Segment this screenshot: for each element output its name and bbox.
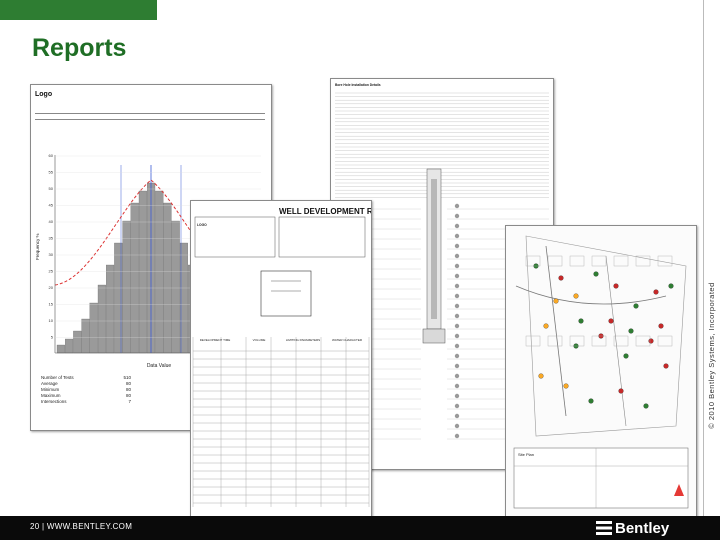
y-tick-label: 25 xyxy=(49,269,54,274)
table-header-cell: VOLUME xyxy=(252,338,266,342)
histogram-bar xyxy=(81,318,90,354)
bullet-icon xyxy=(454,383,460,389)
histogram-bar xyxy=(130,202,139,354)
copyright-text: © 2010 Bentley Systems, Incorporated xyxy=(706,281,716,429)
bullet-icon xyxy=(454,343,460,349)
bullet-icon xyxy=(454,403,460,409)
bullet-icon xyxy=(454,293,460,299)
map-marker-icon xyxy=(618,388,624,394)
bullet-icon xyxy=(454,393,460,399)
bullet-icon xyxy=(454,263,460,269)
copyright-note: © 2010 Bentley Systems, Incorporated xyxy=(705,220,717,490)
histogram-bar xyxy=(155,190,164,354)
table-header-cell: WATER CHARACTER xyxy=(332,338,362,342)
table-header-cell: DEVELOPMENT TIME xyxy=(199,338,231,342)
map-marker-icon xyxy=(573,293,579,299)
bullet-icon xyxy=(454,273,460,279)
map-marker-icon xyxy=(633,303,639,309)
histogram-bar xyxy=(122,220,131,354)
bullet-icon xyxy=(454,233,460,239)
map-marker-icon xyxy=(658,323,664,329)
bullet-icon xyxy=(454,433,460,439)
y-tick-label: 50 xyxy=(49,186,54,191)
divider xyxy=(703,0,704,540)
histogram-bar xyxy=(138,190,147,354)
map-marker-icon xyxy=(543,323,549,329)
y-tick-label: 5 xyxy=(51,335,54,340)
y-tick-label: 55 xyxy=(49,170,54,175)
histogram-bar xyxy=(65,338,74,354)
y-tick-label: 40 xyxy=(49,219,54,224)
bullet-icon xyxy=(454,303,460,309)
map-marker-icon xyxy=(608,318,614,324)
table-header-cell: LIMITING PARAMETERS xyxy=(285,338,321,342)
stats-row: Intersections 7 xyxy=(41,399,131,405)
bullet-icon xyxy=(454,323,460,329)
bullet-icon xyxy=(454,203,460,209)
map-marker-icon xyxy=(563,383,569,389)
bullet-icon xyxy=(454,413,460,419)
map-marker-icon xyxy=(628,328,634,334)
table-header: DEVELOPMENT TIME VOLUME LIMITING PARAMETER… xyxy=(193,338,369,343)
map-marker-icon xyxy=(653,289,659,295)
y-tick-label: 30 xyxy=(49,252,54,257)
map-marker-icon xyxy=(593,271,599,277)
map-marker-icon xyxy=(663,363,669,369)
map-marker-icon xyxy=(553,298,559,304)
site-map-report: Site Plan xyxy=(505,225,697,517)
stats-table: Number of Tests 510 Average 80 Minimum 80 Maxi… xyxy=(41,375,131,405)
map-marker-icon xyxy=(588,398,594,404)
y-tick-label: 20 xyxy=(49,285,54,290)
well-development-report: WELL DEVELOPMENT REC LOGO DEVELOPMENT TI… xyxy=(190,200,372,518)
bentley-logo-icon xyxy=(596,521,612,535)
y-tick-label: 15 xyxy=(49,302,54,307)
stats-value: 7 xyxy=(128,399,131,404)
bullet-icon xyxy=(454,213,460,219)
logo-text: Bentley xyxy=(615,519,670,537)
site-map: Site Plan xyxy=(506,226,696,516)
bullet-icon xyxy=(454,283,460,289)
histogram-bar xyxy=(163,202,172,354)
y-tick-label: 10 xyxy=(49,318,54,323)
bullet-icon xyxy=(454,363,460,369)
header-tab xyxy=(0,0,157,20)
histogram-bar xyxy=(89,302,98,354)
map-marker-icon xyxy=(558,275,564,281)
y-axis-label: Frequency % xyxy=(35,233,40,260)
map-marker-icon xyxy=(668,283,674,289)
bullet-icon xyxy=(454,243,460,249)
bullet-icon xyxy=(454,353,460,359)
y-tick-label: 45 xyxy=(49,203,54,208)
bullet-icon xyxy=(454,333,460,339)
slide-title: Reports xyxy=(32,34,127,62)
well-form xyxy=(192,216,370,507)
bentley-logo: Bentley xyxy=(596,518,669,538)
bullet-icon xyxy=(454,423,460,429)
histogram-bar xyxy=(73,330,82,354)
histogram-bar xyxy=(56,344,65,354)
histogram-bar xyxy=(97,284,106,354)
histogram-bar xyxy=(171,220,180,354)
map-marker-icon xyxy=(578,318,584,324)
bullet-icon xyxy=(454,223,460,229)
histogram-bar xyxy=(106,264,115,354)
stats-label: Intersections xyxy=(41,399,67,404)
map-marker-icon xyxy=(613,283,619,289)
footer-text: 20 | WWW.BENTLEY.COM xyxy=(30,522,133,531)
x-axis-label: Data Value xyxy=(147,363,172,369)
map-marker-icon xyxy=(643,403,649,409)
map-header: Site Plan xyxy=(518,452,534,457)
bullet-icon xyxy=(454,313,460,319)
map-marker-icon xyxy=(623,353,629,359)
bullet-icon xyxy=(454,253,460,259)
y-tick-label: 35 xyxy=(49,236,54,241)
bullet-icon xyxy=(454,373,460,379)
map-marker-icon xyxy=(648,338,654,344)
map-marker-icon xyxy=(538,373,544,379)
y-tick-label: 60 xyxy=(49,153,54,158)
